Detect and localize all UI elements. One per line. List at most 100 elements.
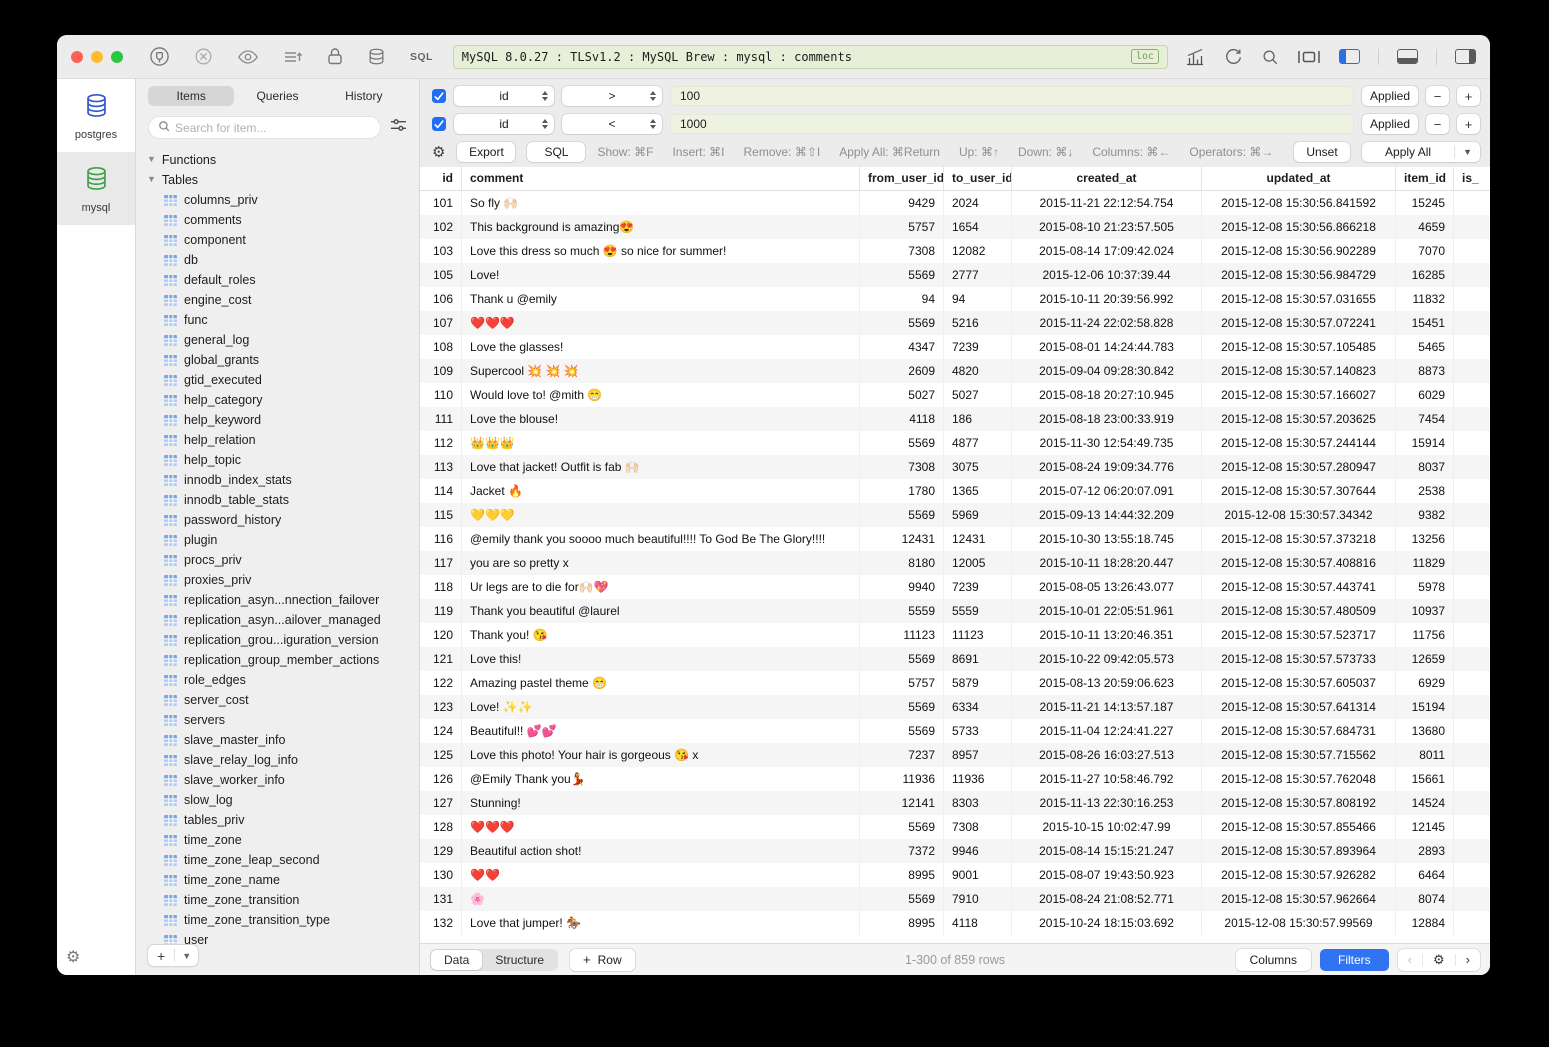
apply-all-button[interactable]: Apply All ▼: [1362, 142, 1480, 162]
cell-is_[interactable]: [1454, 623, 1490, 647]
cell-item_id[interactable]: 14524: [1396, 791, 1454, 815]
cell-item_id[interactable]: 7454: [1396, 407, 1454, 431]
cell-updated_at[interactable]: 2015-12-08 15:30:57.072241: [1202, 311, 1396, 335]
cell-item_id[interactable]: 15451: [1396, 311, 1454, 335]
table-row[interactable]: 112👑👑👑556948772015-11-30 12:54:49.735201…: [420, 431, 1490, 455]
cell-comment[interactable]: Beautiful action shot!: [462, 839, 860, 863]
cell-is_[interactable]: [1454, 767, 1490, 791]
cell-comment[interactable]: Beautiful!! 💕💕: [462, 719, 860, 743]
cell-is_[interactable]: [1454, 551, 1490, 575]
cell-updated_at[interactable]: 2015-12-08 15:30:57.808192: [1202, 791, 1396, 815]
cell-item_id[interactable]: 2538: [1396, 479, 1454, 503]
cell-id[interactable]: 101: [420, 191, 462, 215]
cell-to_user_id[interactable]: 94: [944, 287, 1012, 311]
cell-id[interactable]: 109: [420, 359, 462, 383]
sidebar-table-item[interactable]: proxies_priv: [147, 570, 419, 590]
cell-to_user_id[interactable]: 7308: [944, 815, 1012, 839]
sidebar-table-item[interactable]: time_zone_leap_second: [147, 850, 419, 870]
cell-created_at[interactable]: 2015-11-27 10:58:46.792: [1012, 767, 1202, 791]
sidebar-table-item[interactable]: help_topic: [147, 450, 419, 470]
column-header-created_at[interactable]: created_at: [1012, 167, 1202, 190]
cell-item_id[interactable]: 13256: [1396, 527, 1454, 551]
cell-updated_at[interactable]: 2015-12-08 15:30:56.984729: [1202, 263, 1396, 287]
sidebar-table-item[interactable]: slow_log: [147, 790, 419, 810]
cell-to_user_id[interactable]: 11936: [944, 767, 1012, 791]
cell-from_user_id[interactable]: 94: [860, 287, 944, 311]
tab-structure[interactable]: Structure: [482, 950, 557, 970]
cell-id[interactable]: 126: [420, 767, 462, 791]
disconnect-icon[interactable]: [194, 47, 213, 66]
cell-updated_at[interactable]: 2015-12-08 15:30:57.140823: [1202, 359, 1396, 383]
table-row[interactable]: 123Love! ✨✨556963342015-11-21 14:13:57.1…: [420, 695, 1490, 719]
cell-updated_at[interactable]: 2015-12-08 15:30:56.841592: [1202, 191, 1396, 215]
cell-item_id[interactable]: 15194: [1396, 695, 1454, 719]
sidebar-table-item[interactable]: func: [147, 310, 419, 330]
cell-to_user_id[interactable]: 5027: [944, 383, 1012, 407]
cell-id[interactable]: 111: [420, 407, 462, 431]
cell-is_[interactable]: [1454, 671, 1490, 695]
cell-created_at[interactable]: 2015-08-07 19:43:50.923: [1012, 863, 1202, 887]
sql-button[interactable]: SQL: [527, 142, 585, 162]
cell-from_user_id[interactable]: 11936: [860, 767, 944, 791]
cell-is_[interactable]: [1454, 335, 1490, 359]
cell-created_at[interactable]: 2015-08-24 21:08:52.771: [1012, 887, 1202, 911]
cell-id[interactable]: 112: [420, 431, 462, 455]
table-row[interactable]: 128❤️❤️❤️556973082015-10-15 10:02:47.992…: [420, 815, 1490, 839]
cell-is_[interactable]: [1454, 239, 1490, 263]
cell-item_id[interactable]: 5465: [1396, 335, 1454, 359]
sidebar-table-item[interactable]: time_zone_name: [147, 870, 419, 890]
cell-id[interactable]: 123: [420, 695, 462, 719]
sidebar-table-item[interactable]: slave_worker_info: [147, 770, 419, 790]
cell-updated_at[interactable]: 2015-12-08 15:30:57.166027: [1202, 383, 1396, 407]
cell-comment[interactable]: Amazing pastel theme 😁: [462, 671, 860, 695]
cell-comment[interactable]: you are so pretty x: [462, 551, 860, 575]
table-row[interactable]: 126@Emily Thank you💃11936119362015-11-27…: [420, 767, 1490, 791]
table-row[interactable]: 113Love that jacket! Outfit is fab 🙌🏻730…: [420, 455, 1490, 479]
tab-queries[interactable]: Queries: [234, 86, 320, 106]
cell-item_id[interactable]: 15245: [1396, 191, 1454, 215]
cell-from_user_id[interactable]: 7308: [860, 455, 944, 479]
filter-enabled-checkbox[interactable]: [432, 117, 446, 131]
cell-to_user_id[interactable]: 12431: [944, 527, 1012, 551]
cell-item_id[interactable]: 7070: [1396, 239, 1454, 263]
cell-from_user_id[interactable]: 7372: [860, 839, 944, 863]
cell-id[interactable]: 125: [420, 743, 462, 767]
cell-created_at[interactable]: 2015-08-18 23:00:33.919: [1012, 407, 1202, 431]
column-header-is_[interactable]: is_: [1454, 167, 1490, 190]
cell-created_at[interactable]: 2015-08-01 14:24:44.783: [1012, 335, 1202, 359]
table-row[interactable]: 130❤️❤️899590012015-08-07 19:43:50.92320…: [420, 863, 1490, 887]
cell-item_id[interactable]: 9382: [1396, 503, 1454, 527]
cell-id[interactable]: 106: [420, 287, 462, 311]
cell-from_user_id[interactable]: 8995: [860, 911, 944, 935]
sidebar-table-item[interactable]: general_log: [147, 330, 419, 350]
cell-from_user_id[interactable]: 5569: [860, 431, 944, 455]
cell-updated_at[interactable]: 2015-12-08 15:30:57.280947: [1202, 455, 1396, 479]
cell-to_user_id[interactable]: 8303: [944, 791, 1012, 815]
cell-is_[interactable]: [1454, 503, 1490, 527]
cell-created_at[interactable]: 2015-08-05 13:26:43.077: [1012, 575, 1202, 599]
cell-comment[interactable]: So fly 🙌🏻: [462, 191, 860, 215]
cell-created_at[interactable]: 2015-10-24 18:15:03.692: [1012, 911, 1202, 935]
cell-to_user_id[interactable]: 12082: [944, 239, 1012, 263]
cell-created_at[interactable]: 2015-07-12 06:20:07.091: [1012, 479, 1202, 503]
cell-from_user_id[interactable]: 4347: [860, 335, 944, 359]
cell-from_user_id[interactable]: 4118: [860, 407, 944, 431]
table-row[interactable]: 105Love!556927772015-12-06 10:37:39.4420…: [420, 263, 1490, 287]
cell-from_user_id[interactable]: 8995: [860, 863, 944, 887]
cell-to_user_id[interactable]: 5216: [944, 311, 1012, 335]
cell-id[interactable]: 118: [420, 575, 462, 599]
table-row[interactable]: 101So fly 🙌🏻942920242015-11-21 22:12:54.…: [420, 191, 1490, 215]
column-header-item_id[interactable]: item_id: [1396, 167, 1454, 190]
toggle-left-panel-icon[interactable]: [1339, 49, 1360, 64]
cell-created_at[interactable]: 2015-10-11 13:20:46.351: [1012, 623, 1202, 647]
cell-comment[interactable]: Supercool 💥 💥 💥: [462, 359, 860, 383]
cell-item_id[interactable]: 11756: [1396, 623, 1454, 647]
sidebar-table-item[interactable]: password_history: [147, 510, 419, 530]
tab-history[interactable]: History: [321, 86, 407, 106]
cell-comment[interactable]: Love! ✨✨: [462, 695, 860, 719]
cell-item_id[interactable]: 12659: [1396, 647, 1454, 671]
cell-created_at[interactable]: 2015-11-24 22:02:58.828: [1012, 311, 1202, 335]
cell-created_at[interactable]: 2015-08-14 17:09:42.024: [1012, 239, 1202, 263]
filters-button[interactable]: Filters: [1320, 949, 1389, 971]
cell-is_[interactable]: [1454, 407, 1490, 431]
